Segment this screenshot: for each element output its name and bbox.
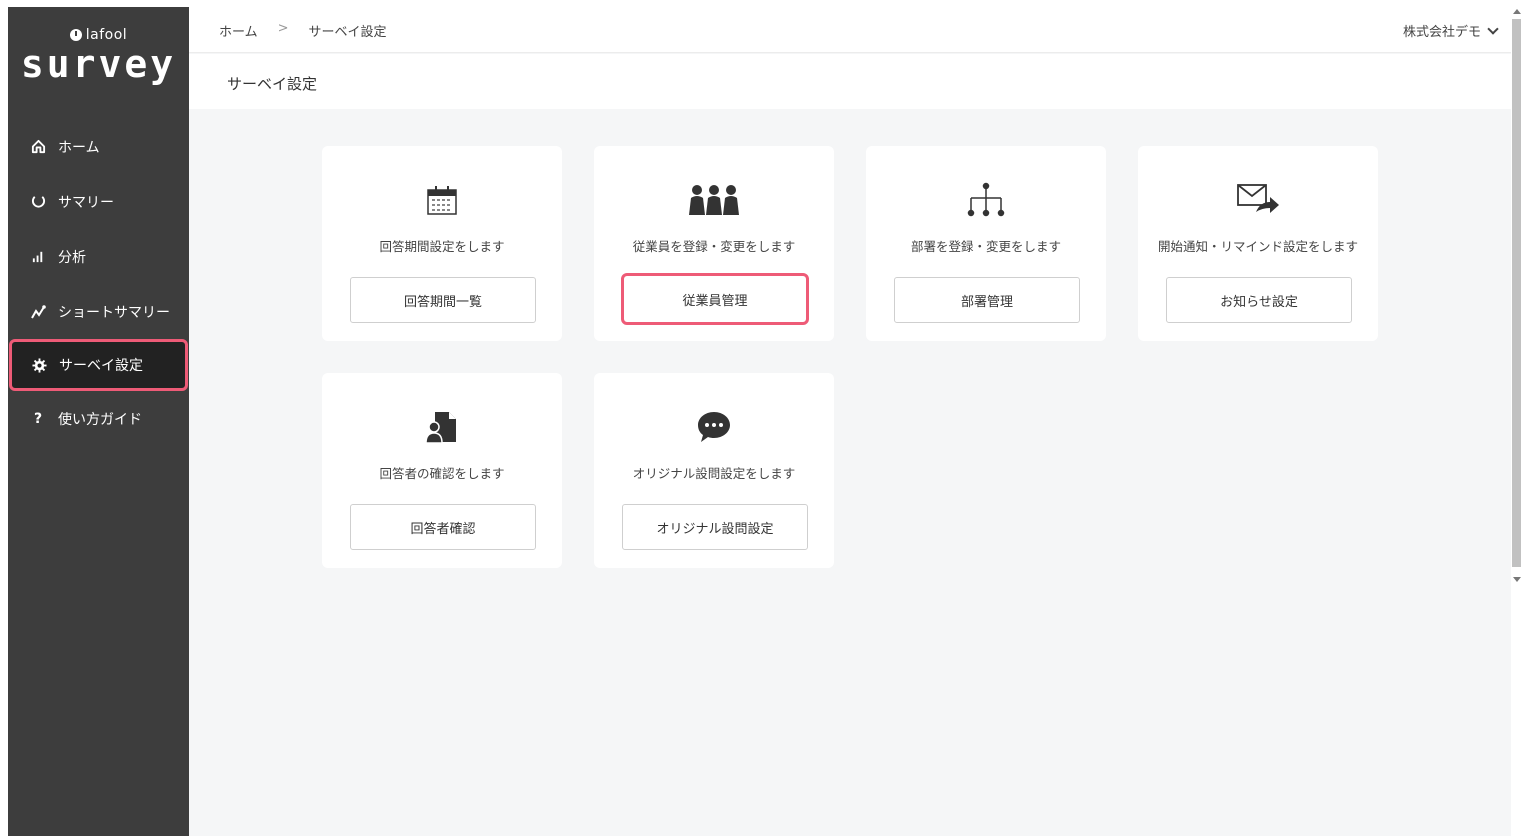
card-notifications: 開始通知・リマインド設定をします お知らせ設定: [1138, 146, 1378, 341]
card-description: 開始通知・リマインド設定をします: [1157, 239, 1358, 254]
brand-small-text: lafool: [85, 27, 128, 43]
sidebar-item-analysis[interactable]: 分析: [8, 229, 189, 284]
sidebar-item-label: サマリー: [58, 194, 114, 211]
sidebar-item-label: 分析: [58, 249, 86, 266]
question-icon: ?: [33, 410, 43, 427]
card-description: 回答者の確認をします: [379, 466, 505, 481]
breadcrumb: ホーム > サーベイ設定: [219, 21, 387, 40]
sidebar-item-label: サーベイ設定: [59, 358, 143, 374]
card-description: オリジナル設問設定をします: [632, 466, 796, 481]
original-question-settings-button[interactable]: オリジナル設問設定: [622, 504, 808, 550]
scroll-down-arrow-icon[interactable]: [1513, 577, 1521, 582]
respondent-check-button[interactable]: 回答者確認: [350, 504, 536, 550]
calendar-icon: [322, 182, 562, 218]
company-selector[interactable]: 株式会社デモ: [1402, 21, 1499, 40]
sidebar-item-short-summary[interactable]: ショートサマリー: [8, 284, 189, 339]
scroll-up-arrow-icon[interactable]: [1513, 9, 1521, 14]
answer-period-list-button[interactable]: 回答期間一覧: [350, 277, 536, 323]
page-title-bar: サーベイ設定: [189, 54, 1511, 109]
employee-management-button[interactable]: 従業員管理: [621, 273, 809, 325]
card-original-questions: オリジナル設問設定をします オリジナル設問設定: [594, 373, 834, 568]
card-departments: 部署を登録・変更をします 部署管理: [866, 146, 1106, 341]
people-icon: [594, 182, 834, 218]
card-description: 回答期間設定をします: [379, 239, 505, 254]
brand-name: survey: [20, 42, 177, 86]
sidebar: lafool survey ホーム サマリー 分析 ショートサマリー サーベイ設…: [8, 7, 189, 836]
department-management-button[interactable]: 部署管理: [894, 277, 1080, 323]
respondent-doc-icon: [322, 409, 562, 445]
sidebar-item-survey-settings[interactable]: サーベイ設定: [9, 339, 188, 391]
trend-icon: [30, 304, 46, 320]
scrollbar-thumb[interactable]: [1512, 19, 1521, 567]
brand-logo[interactable]: lafool survey: [8, 27, 189, 83]
loop-icon: [30, 194, 46, 210]
page-title: サーベイ設定: [227, 75, 318, 93]
org-chart-icon: [866, 182, 1106, 218]
bars-icon: [30, 249, 46, 265]
notification-settings-button[interactable]: お知らせ設定: [1166, 277, 1352, 323]
sidebar-item-home[interactable]: ホーム: [8, 119, 189, 174]
vertical-scrollbar[interactable]: [1511, 7, 1522, 836]
home-icon: [30, 139, 46, 155]
breadcrumb-separator: >: [277, 21, 289, 36]
sidebar-item-label: ショートサマリー: [58, 304, 170, 321]
card-description: 部署を登録・変更をします: [910, 239, 1061, 254]
company-name: 株式会社デモ: [1402, 25, 1481, 40]
brand-small: lafool: [8, 27, 189, 43]
sidebar-item-summary[interactable]: サマリー: [8, 174, 189, 229]
card-answer-period: 回答期間設定をします 回答期間一覧: [322, 146, 562, 341]
top-header: ホーム > サーベイ設定 株式会社デモ: [189, 7, 1511, 53]
breadcrumb-home-link[interactable]: ホーム: [219, 21, 258, 40]
sidebar-item-label: ホーム: [58, 139, 100, 156]
card-employees: 従業員を登録・変更をします 従業員管理: [594, 146, 834, 341]
mail-forward-icon: [1138, 182, 1378, 218]
main-content: ホーム > サーベイ設定 株式会社デモ サーベイ設定 回答期間設定をします 回答…: [189, 7, 1511, 836]
sidebar-item-label: 使い方ガイド: [58, 411, 142, 428]
chevron-down-icon: [1487, 22, 1499, 35]
chat-bubble-icon: [594, 409, 834, 445]
gear-icon: [31, 357, 47, 373]
card-respondents: 回答者の確認をします 回答者確認: [322, 373, 562, 568]
breadcrumb-current: サーベイ設定: [308, 25, 387, 40]
top-strip: [0, 0, 1522, 7]
lafool-logo-icon: [69, 29, 82, 41]
sidebar-item-guide[interactable]: ? 使い方ガイド: [8, 391, 189, 446]
card-description: 従業員を登録・変更をします: [632, 239, 796, 254]
sidebar-nav: ホーム サマリー 分析 ショートサマリー サーベイ設定 ? 使い方ガイド: [8, 119, 189, 446]
